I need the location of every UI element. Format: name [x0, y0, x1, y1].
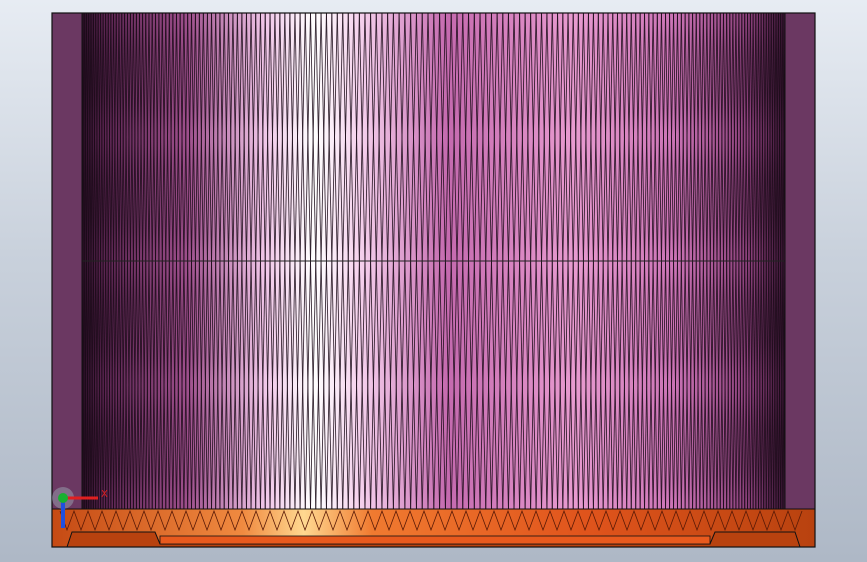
base-bottom-strip	[159, 535, 711, 545]
right-side-panel	[784, 12, 816, 510]
left-side-panel	[51, 12, 83, 510]
x-axis-label: X	[101, 489, 108, 500]
view-orientation-triad[interactable]: X	[50, 484, 110, 534]
y-axis-icon	[58, 493, 68, 503]
3d-model-view[interactable]	[0, 0, 867, 562]
